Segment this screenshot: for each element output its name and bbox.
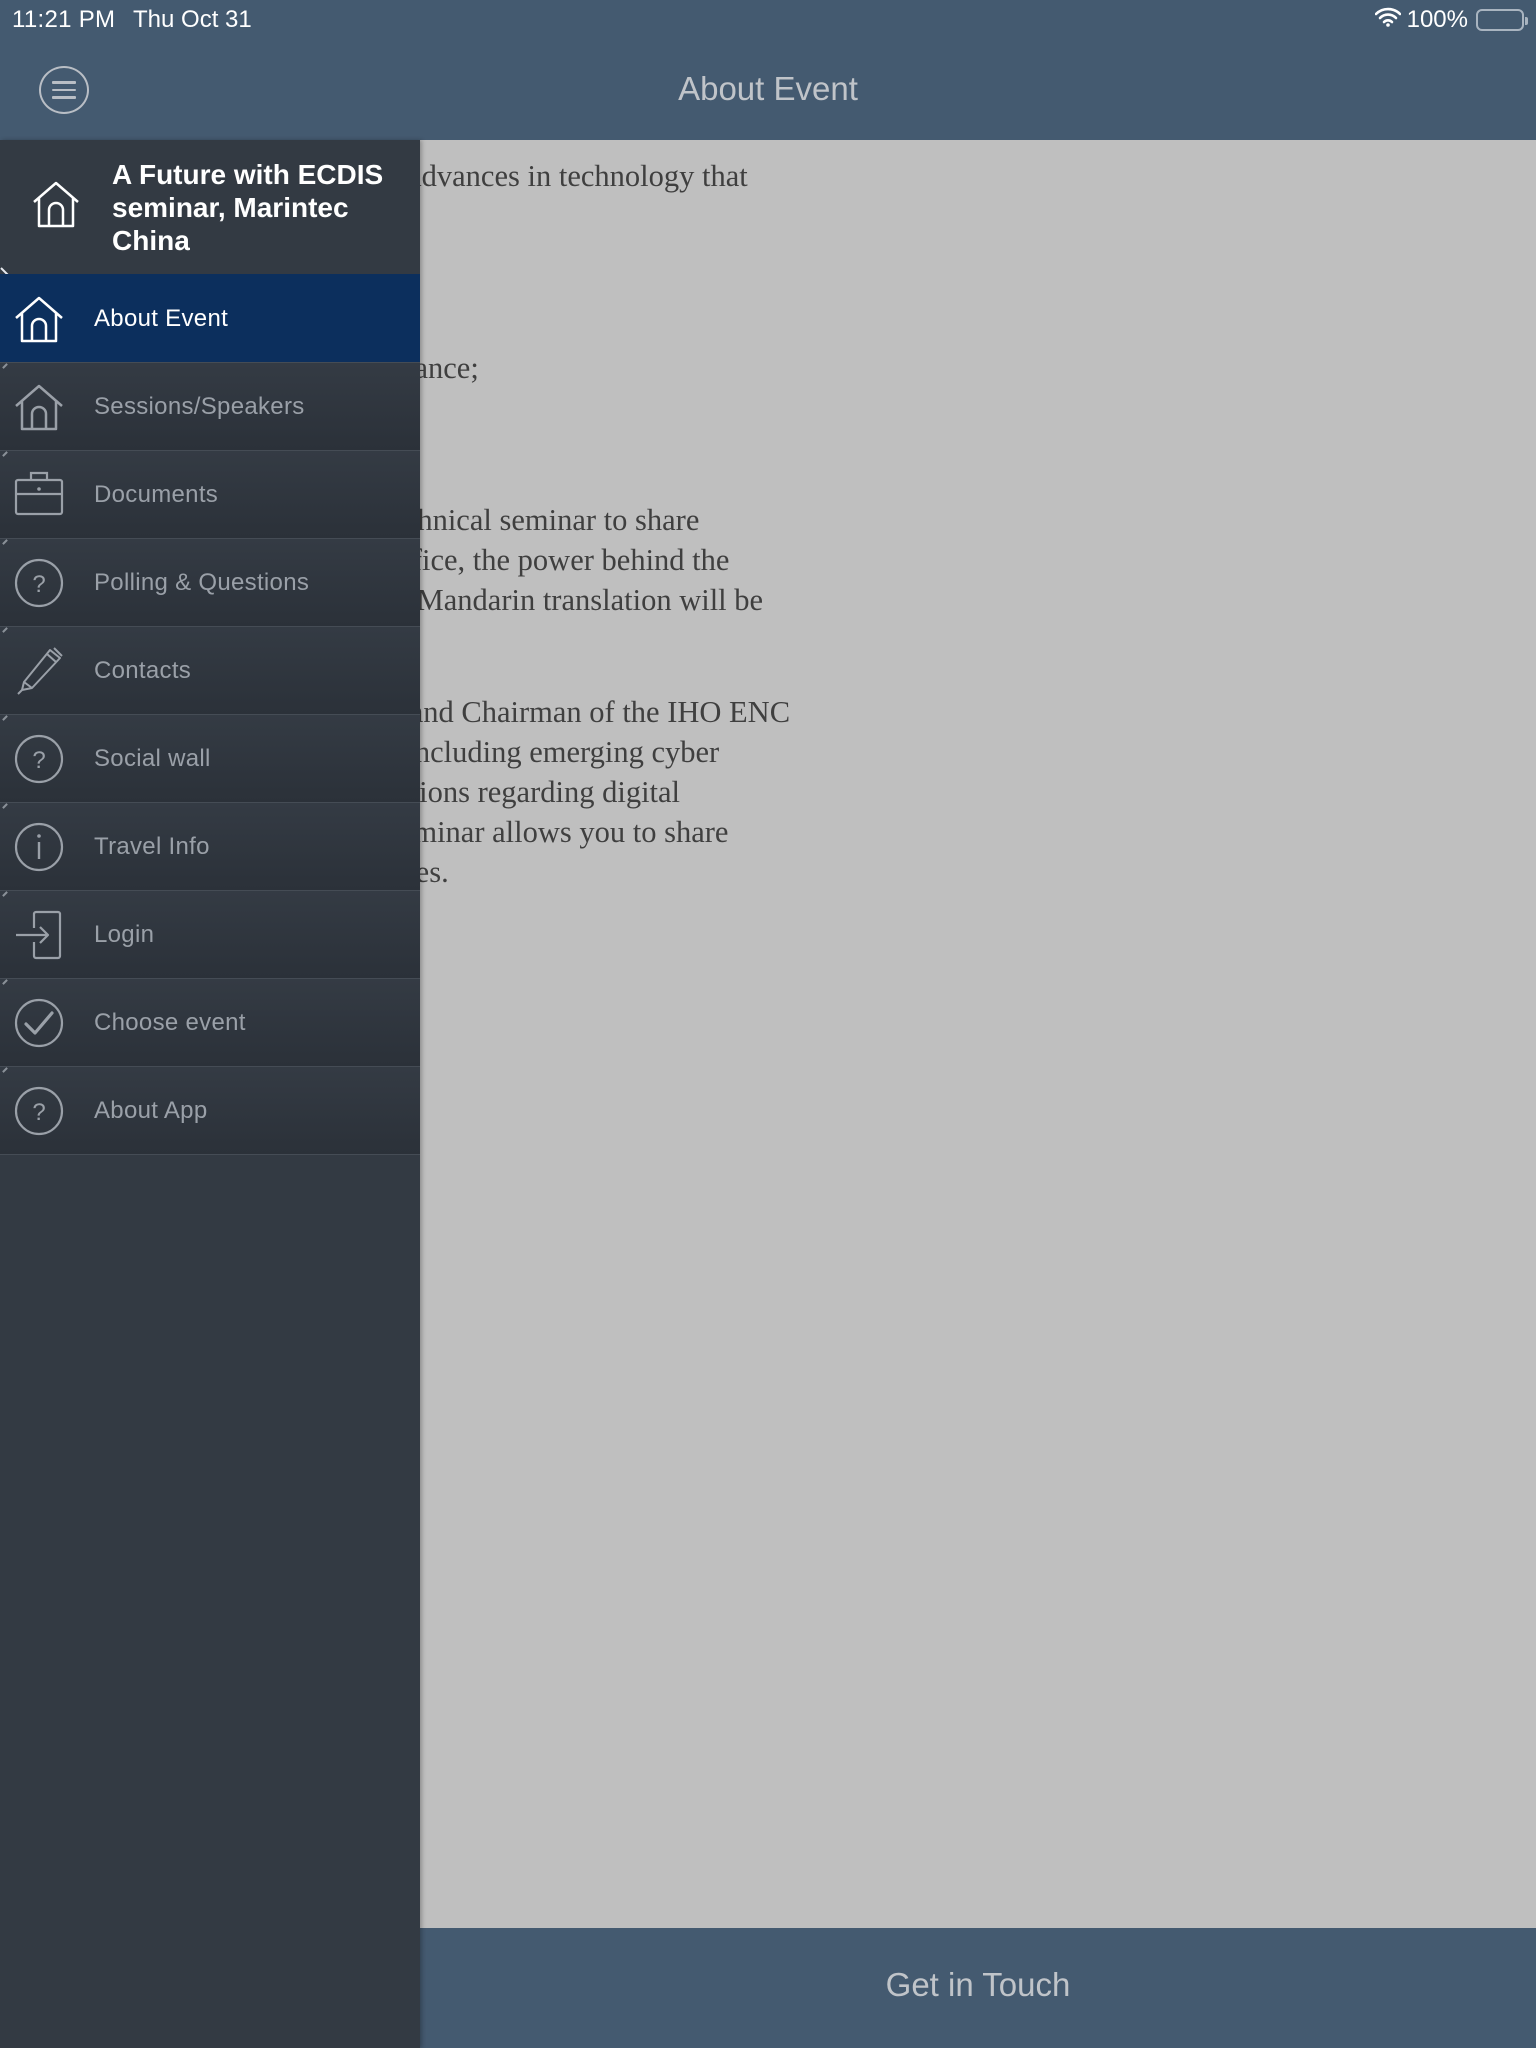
sidebar-item-polling-questions[interactable]: ? Polling & Questions <box>0 538 420 626</box>
sidebar-item-label: Travel Info <box>94 833 210 860</box>
drawer-header[interactable]: A Future with ECDIS seminar, Marintec Ch… <box>0 140 420 274</box>
sidebar-item-label: Sessions/Speakers <box>94 393 305 420</box>
sidebar-item-label: Login <box>94 921 155 948</box>
svg-text:?: ? <box>32 747 45 774</box>
sidebar-item-label: Contacts <box>94 657 192 684</box>
side-drawer: A Future with ECDIS seminar, Marintec Ch… <box>0 140 420 2048</box>
briefcase-icon <box>14 470 64 520</box>
login-icon <box>14 910 64 960</box>
sidebar-item-label: About App <box>94 1097 208 1124</box>
sidebar-item-about-event[interactable]: About Event <box>0 274 420 362</box>
status-bar: 11:21 PM Thu Oct 31 100% <box>0 0 1536 40</box>
pen-icon <box>14 646 64 696</box>
sidebar-item-documents[interactable]: Documents <box>0 450 420 538</box>
event-title: A Future with ECDIS seminar, Marintec Ch… <box>112 159 384 256</box>
wifi-icon <box>1374 6 1401 34</box>
drawer-divider <box>0 1154 420 1155</box>
battery-icon <box>1476 9 1528 31</box>
home-icon <box>32 180 80 228</box>
svg-text:?: ? <box>32 1099 45 1126</box>
sidebar-item-label: About Event <box>94 305 229 332</box>
check-circle-icon <box>14 998 64 1048</box>
sidebar-item-label: Polling & Questions <box>94 569 310 596</box>
battery-percent: 100% <box>1406 6 1468 33</box>
question-circle-icon: ? <box>14 1086 64 1136</box>
info-circle-icon <box>14 822 64 872</box>
get-in-touch-button[interactable]: Get in Touch <box>420 1966 1536 2004</box>
sidebar-item-choose-event[interactable]: Choose event <box>0 978 420 1066</box>
sidebar-item-travel-info[interactable]: Travel Info <box>0 802 420 890</box>
sidebar-item-sessions-speakers[interactable]: Sessions/Speakers <box>0 362 420 450</box>
sidebar-item-label: Choose event <box>94 1009 246 1036</box>
sidebar-item-social-wall[interactable]: ? Social wall <box>0 714 420 802</box>
sidebar-item-about-app[interactable]: ? About App <box>0 1066 420 1154</box>
home-icon <box>14 382 64 432</box>
status-time: 11:21 PM <box>12 6 116 33</box>
status-right: 100% <box>1374 6 1528 34</box>
page-title: About Event <box>678 70 858 107</box>
sidebar-item-label: Social wall <box>94 745 211 772</box>
sidebar-item-contacts[interactable]: Contacts <box>0 626 420 714</box>
status-date: Thu Oct 31 <box>133 6 252 33</box>
svg-text:?: ? <box>32 571 45 598</box>
top-bar: 11:21 PM Thu Oct 31 100% About Event <box>0 0 1536 140</box>
question-circle-icon: ? <box>14 734 64 784</box>
home-icon <box>14 294 64 344</box>
sidebar-item-login[interactable]: Login <box>0 890 420 978</box>
question-circle-icon: ? <box>14 558 64 608</box>
sidebar-item-label: Documents <box>94 481 219 508</box>
